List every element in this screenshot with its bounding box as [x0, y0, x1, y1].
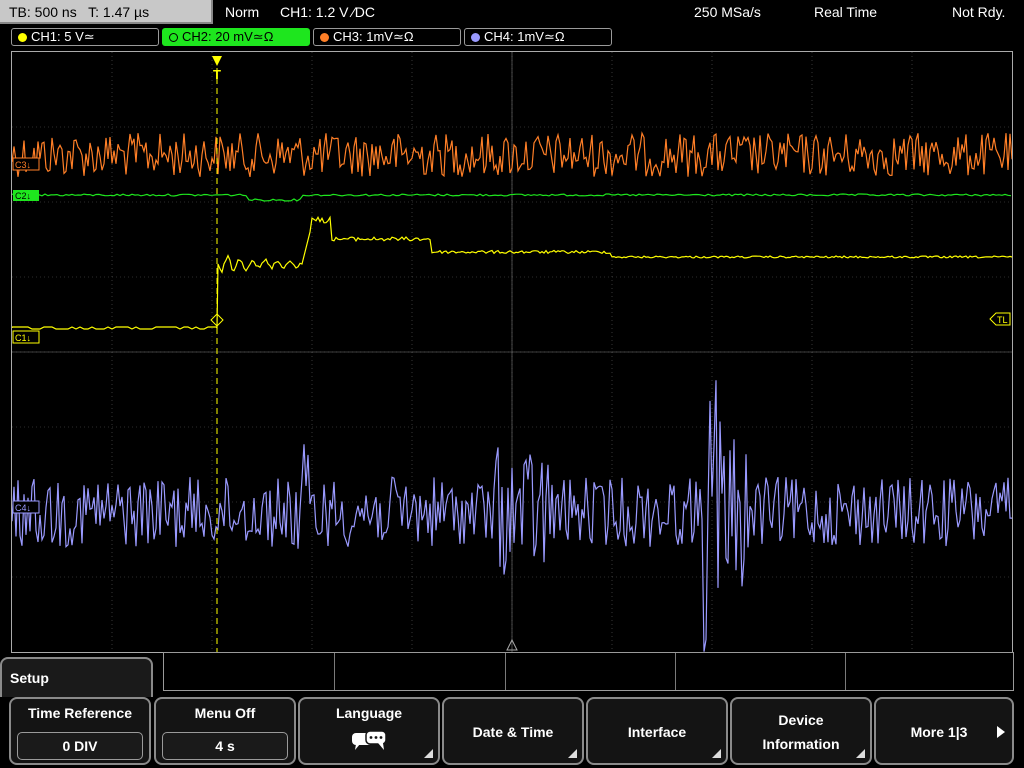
ch3-ref-marker: C3↓ [12, 157, 40, 171]
svg-text:C2↓: C2↓ [15, 191, 31, 201]
sample-rate: 250 MSa/s [694, 4, 761, 20]
menu-title-tab: Setup [0, 657, 153, 697]
submenu-corner-icon [712, 749, 721, 758]
trigger-time-text: T: 1.47 µs [88, 4, 150, 20]
menu-title: Setup [10, 670, 49, 686]
trigger-mode: Norm [225, 4, 260, 20]
svg-text:C3↓: C3↓ [15, 160, 31, 170]
menu-off-value: 4 s [162, 732, 288, 760]
info-strip-divider [845, 653, 846, 690]
info-strip [163, 652, 1014, 691]
ch3-color-dot [320, 33, 329, 42]
submenu-corner-icon [568, 749, 577, 758]
language-label: Language [335, 705, 403, 721]
ch1-color-dot [18, 33, 27, 42]
device-info-line2: Information [762, 736, 840, 752]
info-strip-divider [675, 653, 676, 690]
submenu-corner-icon [424, 749, 433, 758]
time-reference-softkey[interactable]: Time Reference 0 DIV [9, 697, 151, 765]
waveform-display[interactable]: T C3↓ C2↓ C1↓ C4↓ TL [11, 51, 1013, 653]
ch4-ref-marker: C4↓ [12, 500, 40, 514]
ch1-label: CH1: 5 V≃ [31, 29, 95, 44]
menu-off-softkey[interactable]: Menu Off 4 s [154, 697, 296, 765]
ch2-label: CH2: 20 mV≃Ω [182, 29, 274, 44]
date-time-softkey[interactable]: Date & Time [442, 697, 584, 765]
channel-tab-ch4[interactable]: CH4: 1mV≃Ω [464, 28, 612, 46]
language-softkey[interactable]: Language [298, 697, 440, 765]
trigger-level-marker: TL [989, 312, 1011, 326]
svg-text:TL: TL [997, 315, 1008, 325]
trigger-pos-label: T [213, 67, 221, 82]
interface-softkey[interactable]: Interface [586, 697, 728, 765]
graticule-grid [12, 52, 1012, 652]
waveform-canvas: T C3↓ C2↓ C1↓ C4↓ TL [12, 52, 1012, 652]
ch3-label: CH3: 1mV≃Ω [333, 29, 414, 44]
channel-tab-ch1[interactable]: CH1: 5 V≃ [11, 28, 159, 46]
device-information-softkey[interactable]: Device Information [730, 697, 872, 765]
acquisition-state: Not Rdy. [952, 4, 1006, 20]
submenu-corner-icon [856, 749, 865, 758]
ch2-trace [12, 193, 1012, 202]
ch1-ref-marker: C1↓ [12, 330, 40, 344]
ch4-label: CH4: 1mV≃Ω [484, 29, 565, 44]
channel-tab-ch2[interactable]: CH2: 20 mV≃Ω [162, 28, 310, 46]
time-reference-label: Time Reference [27, 705, 132, 721]
menu-off-label: Menu Off [194, 705, 256, 721]
speech-bubbles-icon [352, 730, 387, 750]
timebase-text: TB: 500 ns [9, 4, 77, 20]
more-label: More 1|3 [910, 724, 968, 740]
play-right-icon [997, 726, 1005, 738]
info-strip-divider [334, 653, 335, 690]
more-softkey[interactable]: More 1|3 [874, 697, 1014, 765]
info-strip-divider [505, 653, 506, 690]
ch2-ref-marker: C2↓ [13, 190, 39, 201]
acquisition-mode: Real Time [814, 4, 878, 20]
timebase-box[interactable]: TB: 500 ns T: 1.47 µs [0, 0, 213, 24]
svg-text:C1↓: C1↓ [15, 333, 31, 343]
interface-label: Interface [627, 724, 687, 740]
date-time-label: Date & Time [472, 724, 554, 740]
channel-tab-ch3[interactable]: CH3: 1mV≃Ω [313, 28, 461, 46]
svg-text:C4↓: C4↓ [15, 503, 31, 513]
time-reference-value: 0 DIV [17, 732, 143, 760]
device-info-line1: Device [778, 712, 824, 728]
trigger-info: CH1: 1.2 V ∕DC [280, 4, 375, 20]
ch4-color-dot [471, 33, 480, 42]
ch2-color-dot [169, 33, 178, 42]
